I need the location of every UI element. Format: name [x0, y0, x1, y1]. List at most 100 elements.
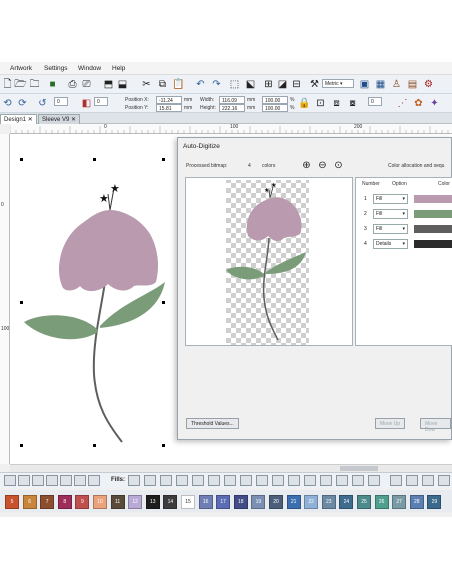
export-icon[interactable]: ⬒ [102, 78, 115, 91]
table-row[interactable]: 4 Details ▾ [356, 238, 452, 251]
rotate-ccw-icon[interactable]: ⟲ [1, 97, 14, 110]
thread-color-chip[interactable]: 11 [110, 495, 125, 509]
bitmap-preview[interactable]: ★ ★ [185, 177, 353, 346]
reshape-icon[interactable]: ⬕ [244, 78, 257, 91]
color-swatch[interactable] [414, 225, 452, 233]
option-dropdown[interactable]: Fill ▾ [373, 209, 408, 219]
spacing-field[interactable]: 0 [368, 97, 382, 106]
thread-color-chip[interactable]: 29 [427, 495, 442, 509]
digitize-icon[interactable]: ◪ [276, 78, 289, 91]
open-folder-icon[interactable]: 🗁 [14, 78, 27, 91]
position-y-field[interactable]: 15.81 [156, 104, 182, 112]
fill-pattern-icon[interactable] [240, 475, 252, 486]
close-icon[interactable]: ✕ [71, 117, 76, 123]
fill-pattern-icon[interactable] [144, 475, 156, 486]
run-stitch-icon[interactable] [32, 475, 44, 486]
redo-icon[interactable]: ↷ [210, 78, 223, 91]
selection-handle[interactable] [93, 444, 96, 447]
outline-stitch-icon[interactable] [4, 475, 16, 486]
import-icon[interactable]: ⬓ [116, 78, 129, 91]
selection-handle[interactable] [162, 301, 165, 304]
lock-proportions-icon[interactable]: 🔒 [298, 97, 311, 110]
units-dropdown[interactable]: Metric ▾ [322, 79, 354, 88]
motif-stitch-icon[interactable] [60, 475, 72, 486]
table-row[interactable]: 2 Fill ▾ [356, 208, 452, 221]
thread-color-chip[interactable]: 22 [304, 495, 319, 509]
rotate-cw-icon[interactable]: ⟳ [16, 97, 29, 110]
thread-color-chip[interactable]: 27 [392, 495, 407, 509]
fill-pattern-icon[interactable] [336, 475, 348, 486]
close-icon[interactable]: ✕ [28, 117, 33, 123]
group-icon[interactable]: ⧈ [330, 97, 343, 110]
thread-color-chip[interactable]: 7 [40, 495, 55, 509]
selection-handle[interactable] [20, 158, 23, 161]
fill-pattern-icon[interactable] [192, 475, 204, 486]
triple-stitch-icon[interactable] [88, 475, 100, 486]
option-dropdown[interactable]: Fill ▾ [373, 224, 408, 234]
special-stitch-icon[interactable] [438, 475, 450, 486]
selection-handle[interactable] [93, 158, 96, 161]
bean-stitch-icon[interactable] [46, 475, 58, 486]
thread-color-chip[interactable]: 9 [75, 495, 90, 509]
tab-sleeve-v9[interactable]: Sleeve V9 ✕ [38, 114, 81, 124]
copy-icon[interactable]: ⧉ [156, 78, 169, 91]
cut-icon[interactable]: ✂ [140, 78, 153, 91]
menu-help[interactable]: Help [112, 65, 125, 72]
move-down-button[interactable]: Move Dow [420, 418, 451, 433]
thread-color-chip[interactable]: 8 [57, 495, 72, 509]
satin-stitch-icon[interactable] [18, 475, 30, 486]
position-x-field[interactable]: -11.24 [156, 96, 182, 104]
thread-color-chip[interactable]: 14 [163, 495, 178, 509]
save-icon[interactable]: ■ [46, 78, 59, 91]
tab-design1[interactable]: Design1 ✕ [0, 114, 37, 124]
thread-color-chip[interactable]: 16 [198, 495, 213, 509]
paste-icon[interactable]: 📋 [172, 78, 185, 91]
zoom-fit-icon[interactable]: ⊙ [332, 159, 345, 172]
thread-color-chip[interactable]: 20 [269, 495, 283, 509]
user-icon[interactable]: ♙ [390, 78, 403, 91]
thread-color-chip[interactable]: 6 [22, 495, 37, 509]
thread-color-chip[interactable]: 17 [216, 495, 231, 509]
fill-pattern-icon[interactable] [368, 475, 380, 486]
thread-color-chip[interactable]: 13 [145, 495, 160, 509]
align-icon[interactable]: ⊡ [314, 97, 327, 110]
option-dropdown[interactable]: Details ▾ [373, 239, 408, 249]
stitch-effect-icon[interactable]: ⋰ [396, 97, 409, 110]
width-field[interactable]: 116.09 [219, 96, 245, 104]
print-preview-icon[interactable]: ⎚ [80, 78, 93, 91]
fill-pattern-icon[interactable] [288, 475, 300, 486]
thread-color-chip[interactable]: 24 [339, 495, 354, 509]
zoom-in-icon[interactable]: ⊕ [300, 159, 313, 172]
selection-handle[interactable] [20, 301, 23, 304]
thread-color-chip[interactable]: 23 [321, 495, 336, 509]
fill-pattern-icon[interactable] [320, 475, 332, 486]
thread-color-chip[interactable]: 28 [409, 495, 424, 509]
undo-icon[interactable]: ↶ [194, 78, 207, 91]
menu-artwork[interactable]: Artwork [10, 65, 32, 72]
node-edit-icon[interactable]: ⊞ [262, 78, 275, 91]
special-stitch-icon[interactable] [390, 475, 402, 486]
scale-height-field[interactable]: 100.00 [262, 104, 288, 112]
thread-color-chip[interactable]: 25 [357, 495, 371, 509]
selection-handle[interactable] [162, 158, 165, 161]
height-field[interactable]: 222.16 [219, 104, 245, 112]
settings-icon[interactable]: ⚙ [422, 78, 435, 91]
special-stitch-icon[interactable] [406, 475, 418, 486]
open-design-icon[interactable]: 🗀 [28, 78, 41, 91]
hoop-icon[interactable]: ▣ [358, 78, 371, 91]
table-row[interactable]: 1 Fill ▾ [356, 193, 452, 206]
threshold-values-button[interactable]: Threshold Values... [186, 418, 239, 429]
emboss-icon[interactable]: ✿ [412, 97, 425, 110]
trim-icon[interactable]: ⊟ [290, 78, 303, 91]
thread-color-chip[interactable]: 15 [181, 495, 195, 509]
thread-color-chip[interactable]: 18 [233, 495, 248, 509]
color-swatch[interactable] [414, 210, 452, 218]
fill-pattern-icon[interactable] [304, 475, 316, 486]
selection-handle[interactable] [20, 444, 23, 447]
rotate-angle-field[interactable]: 0 [54, 97, 68, 106]
thread-color-chip[interactable]: 19 [251, 495, 266, 509]
menu-settings[interactable]: Settings [44, 65, 68, 72]
print-icon[interactable]: ⎙ [66, 78, 79, 91]
thread-color-chip[interactable]: 26 [374, 495, 389, 509]
zigzag-stitch-icon[interactable] [74, 475, 86, 486]
